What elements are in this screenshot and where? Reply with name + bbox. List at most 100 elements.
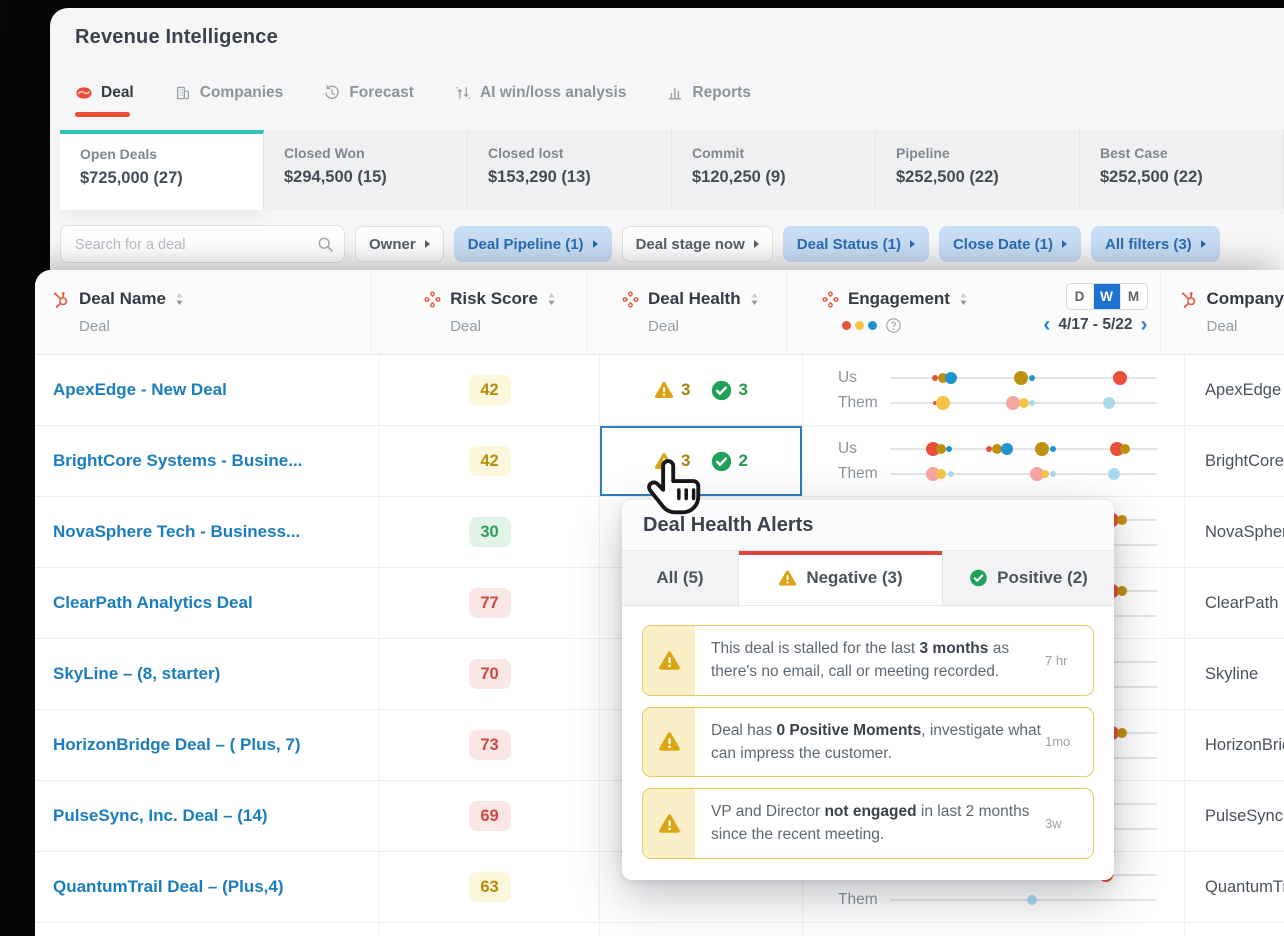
- deal-name-link[interactable]: BrightCore Systems - Busine...: [35, 426, 380, 496]
- summary-card-open-deals[interactable]: Open Deals $725,000 (27): [60, 130, 264, 210]
- nav-tab-deal[interactable]: Deal: [75, 84, 134, 117]
- risk-score-cell[interactable]: 63: [380, 852, 600, 922]
- deal-health-cell[interactable]: 3 3: [600, 355, 803, 425]
- engagement-row-label: Them: [838, 464, 878, 482]
- risk-score-badge: 69: [468, 801, 511, 831]
- filter-chip-deal-pipeline-1[interactable]: Deal Pipeline (1): [453, 226, 612, 262]
- nav-tab-ai-win-loss-analysis[interactable]: AI win/loss analysis: [454, 84, 626, 102]
- popup-tab-all-5[interactable]: All (5): [622, 551, 739, 605]
- search-input[interactable]: [73, 226, 307, 264]
- sort-icon[interactable]: [547, 292, 556, 306]
- period-option-d[interactable]: D: [1067, 284, 1093, 309]
- engagement-timeline-us: [890, 441, 1157, 456]
- risk-score-badge: 73: [468, 730, 511, 760]
- risk-score-badge: 63: [468, 872, 511, 902]
- chevron-right-icon: [1062, 240, 1067, 248]
- engagement-dot-olive: [1117, 514, 1128, 525]
- column-header-company[interactable]: Company Deal: [1161, 270, 1284, 354]
- column-header-deal-name[interactable]: Deal Name Deal: [35, 270, 373, 354]
- nav-tab-forecast[interactable]: Forecast: [323, 84, 414, 102]
- company-cell: BrightCore: [1205, 451, 1284, 470]
- alert-timestamp: 1mo: [1045, 734, 1071, 750]
- summary-card-label: Closed Won: [284, 145, 365, 161]
- next-range-button[interactable]: ›: [1141, 314, 1148, 335]
- filter-chip-deal-stage-now[interactable]: Deal stage now: [621, 226, 773, 262]
- deal-name-link[interactable]: ApexEdge - New Deal: [35, 355, 380, 425]
- chevron-right-icon: [424, 240, 430, 248]
- engagement-dot-blue: [1049, 445, 1056, 452]
- risk-score-cell[interactable]: 42: [380, 355, 600, 425]
- risk-score-cell[interactable]: 77: [380, 568, 600, 638]
- risk-score-cell[interactable]: [380, 923, 600, 936]
- forecast-icon: [323, 85, 341, 101]
- table-header: Deal Name Deal Risk Score Deal Deal Heal…: [35, 270, 1284, 355]
- company-cell: Skyline: [1205, 664, 1259, 683]
- legend-dot: [867, 321, 877, 330]
- deal-name-link[interactable]: [35, 923, 380, 936]
- alert-card: Deal has 0 Positive Moments, investigate…: [642, 706, 1094, 777]
- column-header-engagement[interactable]: Engagement DWM ‹ 4/17 - 5/22 ›: [787, 270, 1161, 354]
- summary-card-pipeline[interactable]: Pipeline $252,500 (22): [876, 130, 1080, 210]
- alert-severity-strip: [643, 707, 695, 776]
- sort-icon[interactable]: [959, 292, 968, 306]
- period-option-w[interactable]: W: [1092, 284, 1120, 309]
- nav-tab-label: Deal: [101, 84, 134, 101]
- chevron-right-icon: [1200, 240, 1206, 248]
- risk-score-cell[interactable]: 70: [380, 639, 600, 709]
- help-icon[interactable]: [886, 318, 901, 333]
- companies-icon: [174, 85, 192, 101]
- popup-tab-negative-3[interactable]: Negative (3): [739, 551, 943, 605]
- summary-card-value: $294,500 (15): [284, 168, 387, 186]
- deal-health-alerts-popup: Deal Health Alerts All (5) Negative (3) …: [622, 500, 1114, 880]
- filter-chip-all-filters-3[interactable]: All filters (3): [1091, 226, 1220, 262]
- table-row: Us Them: [35, 923, 1284, 936]
- prev-range-button[interactable]: ‹: [1043, 314, 1050, 335]
- summary-card-best-case[interactable]: Best Case $252,500 (22): [1080, 130, 1284, 210]
- negative-alert-count: 3: [681, 451, 691, 470]
- column-header-risk-score[interactable]: Risk Score Deal: [372, 270, 589, 354]
- column-sublabel: Deal: [1206, 318, 1238, 335]
- period-option-m[interactable]: M: [1119, 284, 1147, 309]
- risk-score-cell[interactable]: 42: [380, 426, 600, 496]
- engagement-controls: DWM ‹ 4/17 - 5/22 ›: [1043, 283, 1148, 335]
- summary-card-value: $725,000 (27): [80, 169, 183, 187]
- filter-chip-close-date-1[interactable]: Close Date (1): [938, 226, 1081, 262]
- deal-name-link[interactable]: QuantumTrail Deal – (Plus,4): [35, 852, 380, 922]
- sort-icon[interactable]: [750, 292, 759, 306]
- engagement-dot-red: [1112, 370, 1127, 385]
- engagement-dot-olive: [1117, 585, 1128, 596]
- popup-title: Deal Health Alerts: [622, 500, 1114, 551]
- warning-icon: [658, 650, 681, 671]
- chevron-right-icon: [753, 240, 759, 248]
- deal-name-link[interactable]: HorizonBridge Deal – ( Plus, 7): [35, 710, 380, 780]
- nav-tab-companies[interactable]: Companies: [174, 84, 283, 102]
- risk-score-cell[interactable]: 30: [380, 497, 600, 567]
- engagement-dot-olive: [991, 443, 1002, 454]
- alert-card: VP and Director not engaged in last 2 mo…: [642, 788, 1094, 859]
- summary-card-closed-won[interactable]: Closed Won $294,500 (15): [264, 130, 468, 210]
- table-row: ApexEdge - New Deal 42 3 3 Us Them ApexE…: [35, 355, 1284, 426]
- popup-tab-label: All (5): [656, 568, 704, 587]
- alert-severity-strip: [643, 626, 695, 695]
- deal-name-link[interactable]: PulseSync, Inc. Deal – (14): [35, 781, 380, 851]
- column-header-deal-health[interactable]: Deal Health Deal: [588, 270, 787, 354]
- deal-name-link[interactable]: ClearPath Analytics Deal: [35, 568, 380, 638]
- sort-icon[interactable]: [175, 292, 184, 306]
- nav-tab-label: Reports: [692, 84, 751, 101]
- summary-card-commit[interactable]: Commit $120,250 (9): [672, 130, 876, 210]
- engagement-dot-blue: [1028, 374, 1035, 381]
- nav-tab-reports[interactable]: Reports: [666, 84, 751, 102]
- deal-name-link[interactable]: SkyLine – (8, starter): [35, 639, 380, 709]
- deal-health-cell[interactable]: [600, 923, 803, 936]
- popup-tab-positive-2[interactable]: Positive (2): [943, 551, 1114, 605]
- engagement-dot-yellow: [1018, 397, 1029, 408]
- risk-score-cell[interactable]: 69: [380, 781, 600, 851]
- filter-chip-deal-status-1[interactable]: Deal Status (1): [782, 226, 929, 262]
- engagement-cell: Us Them: [803, 426, 1185, 496]
- engagement-dot-olive: [1119, 443, 1130, 454]
- risk-score-cell[interactable]: 73: [380, 710, 600, 780]
- deal-name-link[interactable]: NovaSphere Tech - Business...: [35, 497, 380, 567]
- filter-chip-owner[interactable]: Owner: [355, 226, 444, 262]
- summary-card-closed-lost[interactable]: Closed lost $153,290 (13): [468, 130, 672, 210]
- deal-health-cell[interactable]: 3 2: [600, 426, 803, 496]
